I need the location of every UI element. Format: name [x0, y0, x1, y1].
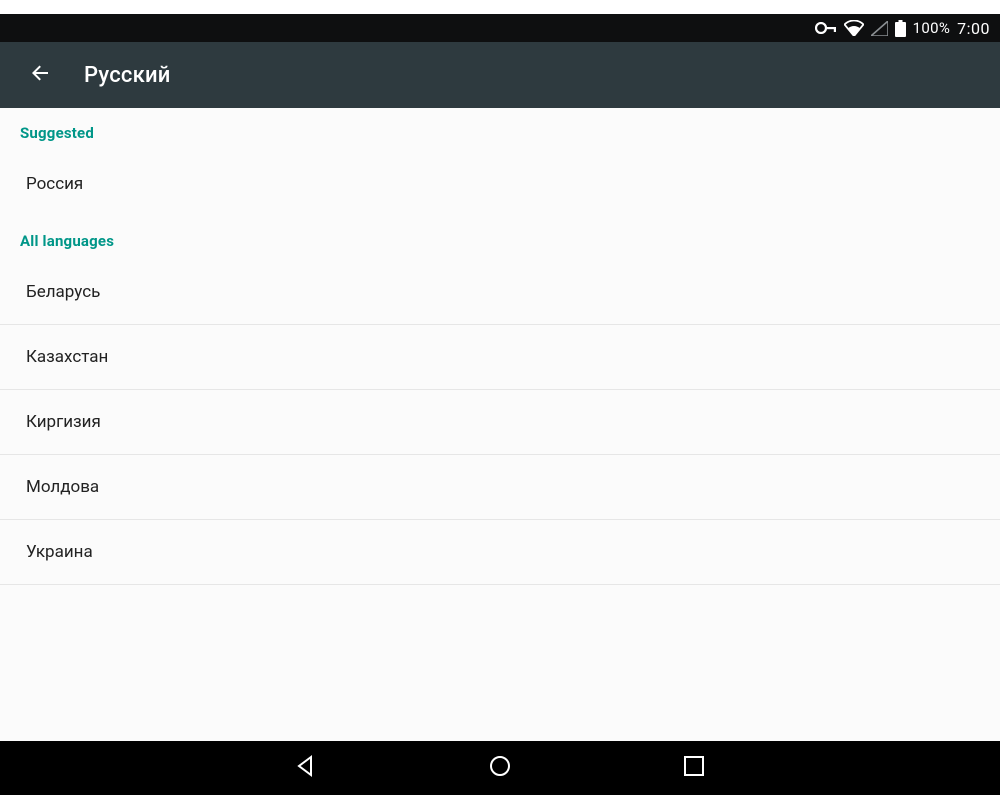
back-button[interactable] — [20, 55, 60, 95]
bottom-gap — [0, 795, 1000, 805]
nav-back-icon — [294, 754, 318, 782]
nav-back-button[interactable] — [284, 746, 328, 790]
cell-signal-icon — [871, 21, 888, 36]
content-area: Suggested Россия All languages Беларусь … — [0, 108, 1000, 741]
list-item[interactable]: Киргизия — [0, 390, 1000, 454]
status-icons: 100% 7:00 — [815, 19, 990, 38]
list-item[interactable]: Беларусь — [0, 260, 1000, 324]
battery-percent: 100% — [913, 19, 950, 37]
wifi-icon — [844, 20, 864, 36]
status-clock: 7:00 — [957, 19, 990, 38]
list-item[interactable]: Молдова — [0, 455, 1000, 519]
nav-home-button[interactable] — [478, 746, 522, 790]
page-title: Русский — [84, 63, 171, 88]
arrow-back-icon — [28, 61, 52, 89]
divider — [0, 584, 1000, 585]
battery-icon — [895, 20, 906, 37]
list-item[interactable]: Украина — [0, 520, 1000, 584]
nav-home-icon — [488, 754, 512, 782]
list-item[interactable]: Россия — [0, 152, 1000, 216]
section-header-all: All languages — [0, 216, 1000, 260]
navigation-bar — [0, 741, 1000, 795]
nav-recent-icon — [683, 755, 705, 781]
section-header-suggested: Suggested — [0, 108, 1000, 152]
list-item[interactable]: Казахстан — [0, 325, 1000, 389]
top-gap — [0, 0, 1000, 14]
vpn-key-icon — [815, 22, 837, 34]
nav-recent-button[interactable] — [672, 746, 716, 790]
status-bar: 100% 7:00 — [0, 14, 1000, 42]
app-bar: Русский — [0, 42, 1000, 108]
